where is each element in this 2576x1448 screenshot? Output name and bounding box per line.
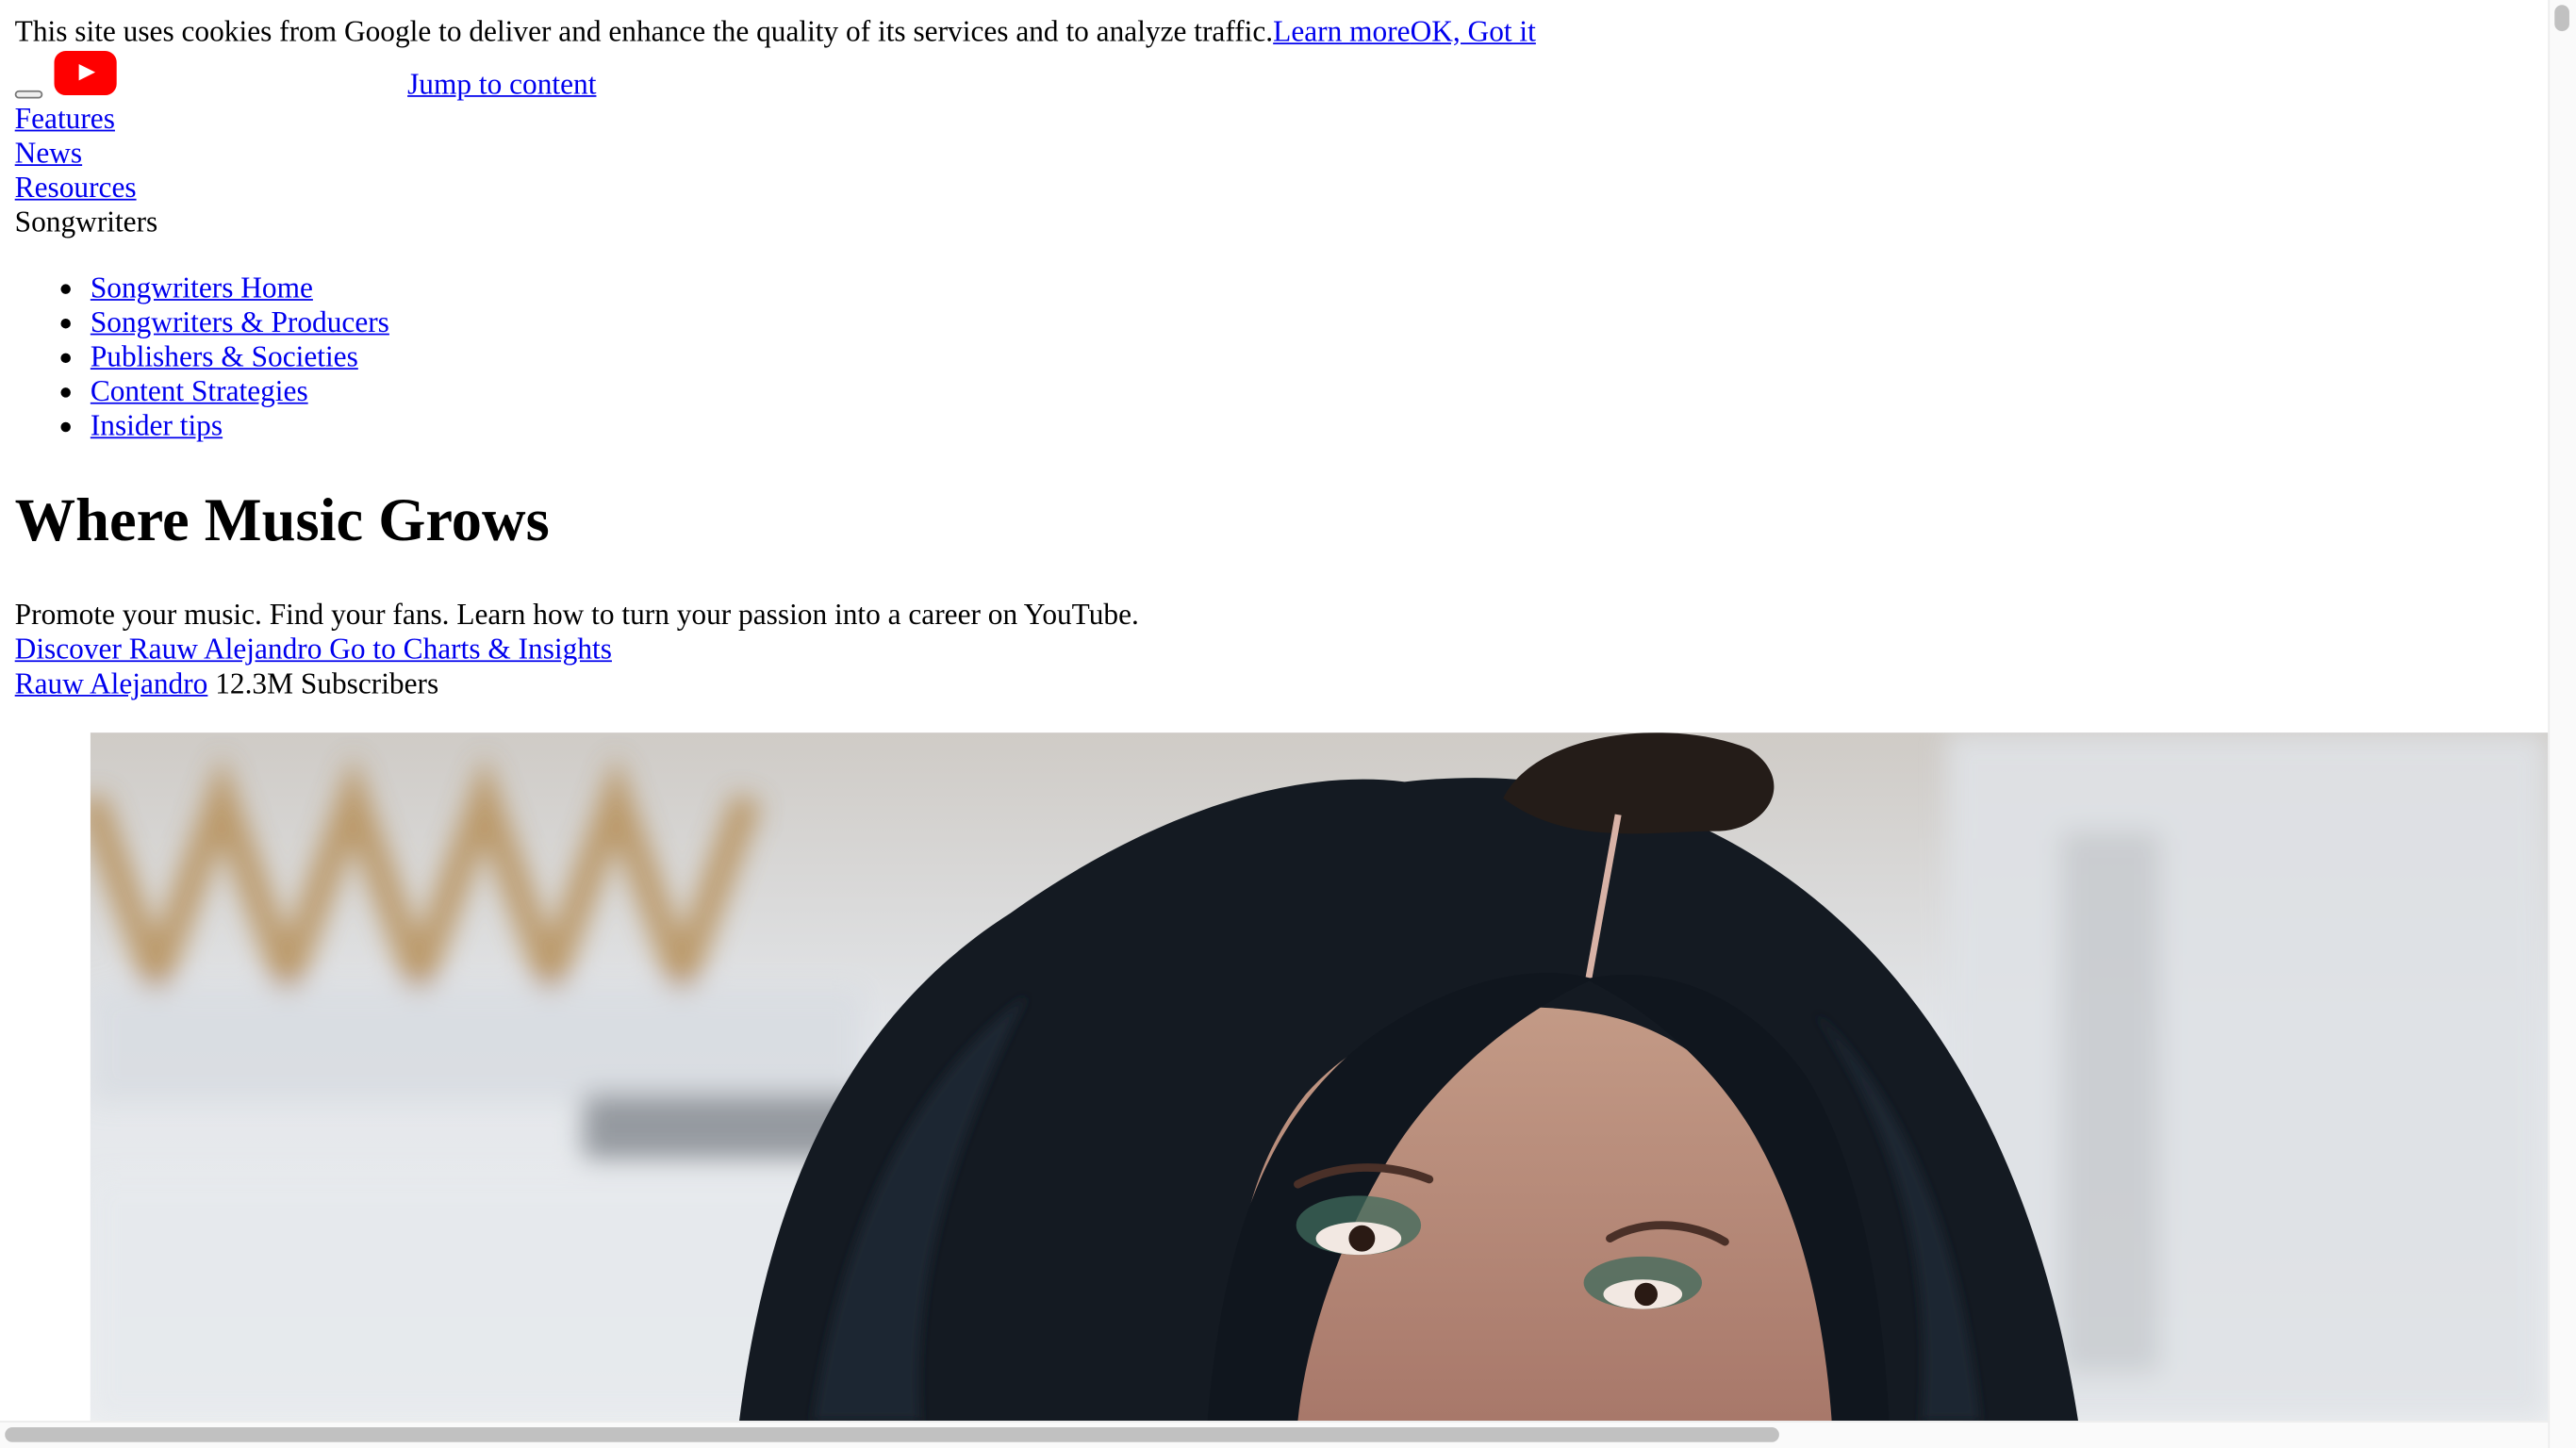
subnav-link-songwriters-producers[interactable]: Songwriters & Producers — [91, 305, 389, 338]
subscriber-count: 12.3M Subscribers — [215, 666, 439, 700]
subnav-item: Songwriters & Producers — [60, 305, 389, 340]
subnav-link-publishers-societies[interactable]: Publishers & Societies — [91, 340, 358, 373]
youtube-logo-icon[interactable] — [54, 51, 117, 96]
vertical-scrollbar-thumb[interactable] — [2554, 5, 2569, 32]
page: This site uses cookies from Google to de… — [0, 0, 2549, 1422]
horizontal-scrollbar-thumb[interactable] — [5, 1427, 1779, 1442]
hero-subtitle: Promote your music. Find your fans. Lear… — [14, 598, 1139, 632]
cookie-message: This site uses cookies from Google to de… — [14, 14, 1274, 48]
subnav-link-content-strategies[interactable]: Content Strategies — [91, 374, 308, 407]
songwriters-subnav: Songwriters Home Songwriters & Producers… — [60, 271, 389, 444]
subnav-link-insider-tips[interactable]: Insider tips — [91, 409, 223, 442]
play-icon — [78, 63, 96, 81]
discover-artist-link[interactable]: Discover Rauw Alejandro Go to Charts & I… — [15, 633, 612, 666]
nav-item-news[interactable]: News — [15, 137, 82, 172]
vertical-scrollbar[interactable] — [2548, 0, 2576, 1448]
jump-to-content-link[interactable]: Jump to content — [407, 67, 596, 102]
nav-item-resources[interactable]: Resources — [15, 171, 137, 206]
artist-photo — [90, 732, 2549, 1422]
nav-item-songwriters: Songwriters — [14, 205, 158, 239]
cookie-ok-button[interactable]: OK, Got it — [1411, 15, 1536, 48]
cookie-banner: This site uses cookies from Google to de… — [15, 15, 1536, 50]
subnav-item: Insider tips — [60, 409, 389, 444]
artist-photo-illustration — [90, 732, 2549, 1422]
artist-info: Rauw Alejandro 12.3M Subscribers — [15, 666, 438, 701]
cookie-learn-more-link[interactable]: Learn more — [1273, 15, 1410, 48]
menu-button[interactable] — [14, 90, 43, 99]
subnav-item: Content Strategies — [60, 374, 389, 409]
subnav-item: Songwriters Home — [60, 271, 389, 305]
subnav-link-songwriters-home[interactable]: Songwriters Home — [91, 271, 313, 304]
page-title: Where Music Grows — [14, 487, 550, 555]
artist-name-link[interactable]: Rauw Alejandro — [15, 666, 208, 699]
browser-viewport: This site uses cookies from Google to de… — [0, 0, 2576, 1448]
hero-cta-row: Discover Rauw Alejandro Go to Charts & I… — [15, 633, 612, 667]
subnav-item: Publishers & Societies — [60, 340, 389, 375]
nav-item-features[interactable]: Features — [15, 102, 115, 137]
